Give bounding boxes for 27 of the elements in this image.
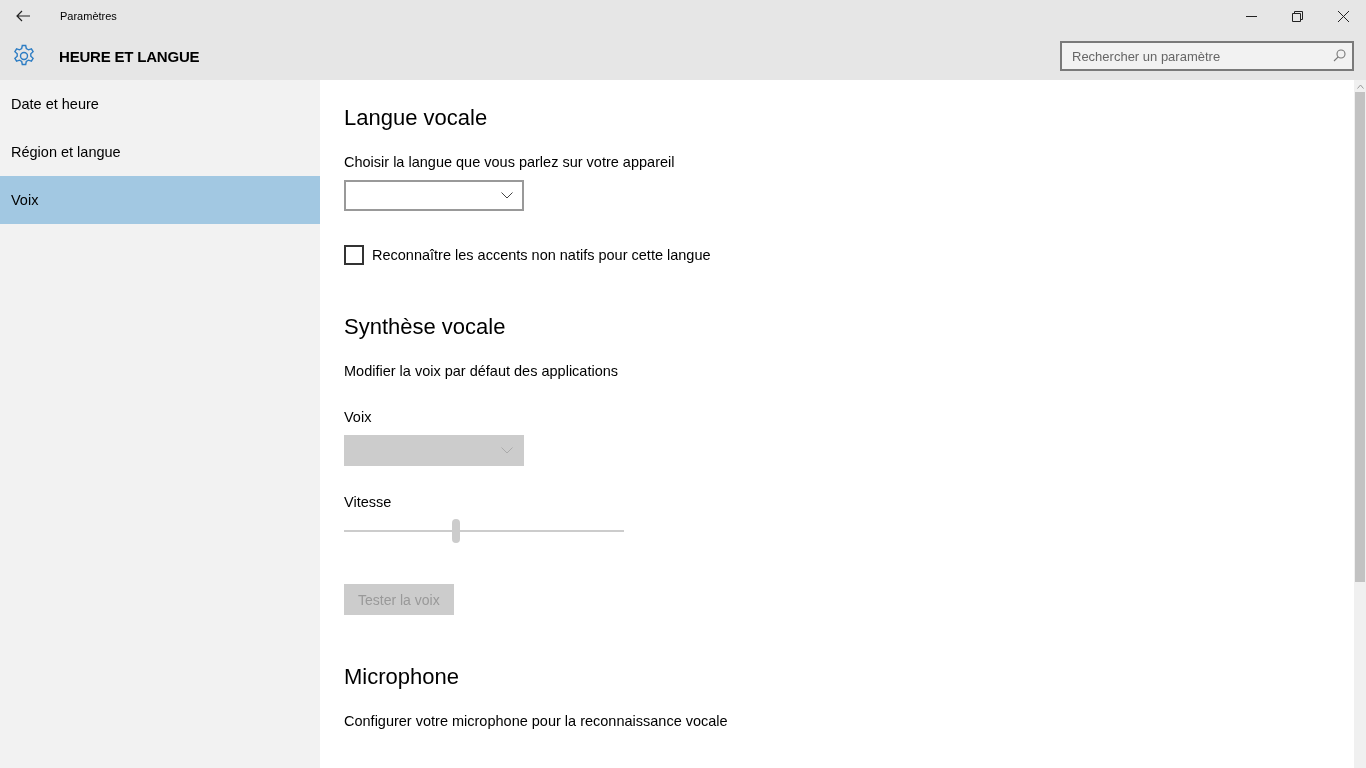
- scroll-up-icon: [1356, 84, 1364, 89]
- field-label: Vitesse: [344, 493, 392, 512]
- dropdown[interactable]: [344, 180, 524, 211]
- restore-icon: [1291, 10, 1303, 22]
- settings-icon: [12, 44, 36, 68]
- page-title: HEURE ET LANGUE: [59, 47, 201, 65]
- close-icon: [1337, 10, 1349, 22]
- sidebar-item[interactable]: Voix: [0, 176, 320, 224]
- description-text: Modifier la voix par défaut des applications: [344, 362, 619, 381]
- window-title: Paramètres: [60, 10, 118, 22]
- checkbox[interactable]: [344, 245, 364, 265]
- scrollbar-thumb[interactable]: [1355, 92, 1365, 582]
- section-heading: Langue vocale: [344, 104, 488, 132]
- chevron-down-icon: [501, 447, 513, 454]
- section-heading: Synthèse vocale: [344, 313, 506, 341]
- back-arrow-icon: [16, 10, 30, 22]
- checkbox-label[interactable]: Reconnaître les accents non natifs pour cette langue: [372, 245, 711, 265]
- chevron-down-icon: [501, 192, 513, 199]
- section-heading: Microphone: [344, 663, 459, 691]
- sidebar-item[interactable]: Région et langue: [0, 128, 320, 176]
- scrollbar[interactable]: [1354, 80, 1366, 768]
- sidebar-item[interactable]: Date et heure: [0, 80, 320, 128]
- description-text: Configurer votre microphone pour la reconnaissance vocale: [344, 712, 728, 731]
- search-icon: [1333, 49, 1346, 62]
- search-field[interactable]: Rechercher un paramètre: [1060, 41, 1354, 71]
- description-text: Choisir la langue que vous parlez sur votre appareil: [344, 153, 675, 172]
- field-label: Voix: [344, 408, 372, 427]
